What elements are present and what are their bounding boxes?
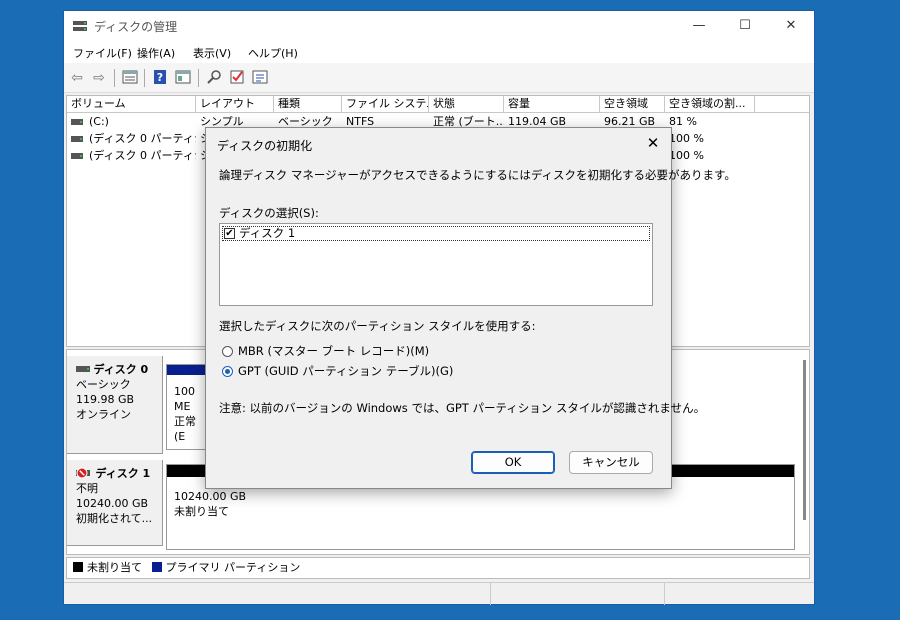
gpt-option[interactable]: GPT (GUID パーティション テーブル)(G) xyxy=(222,364,453,378)
properties-icon[interactable] xyxy=(174,69,192,87)
disk-size: 119.98 GB xyxy=(76,393,135,406)
menu-file[interactable]: ファイル(F) xyxy=(73,45,132,61)
partition-size: 100 ME xyxy=(174,385,195,413)
menu-view[interactable]: 表示(V) xyxy=(193,45,231,61)
col-header-status[interactable]: 状態 xyxy=(429,96,504,113)
legend-primary: プライマリ パーティション xyxy=(165,561,301,574)
disk-name: ディスク 1 xyxy=(95,467,151,480)
cancel-button[interactable]: キャンセル xyxy=(569,451,653,474)
unallocated-swatch xyxy=(73,562,83,572)
table-cell: 100 % xyxy=(669,132,704,145)
svg-text:?: ? xyxy=(157,71,163,84)
dialog-close-button[interactable]: ✕ xyxy=(641,131,665,155)
initialize-disk-dialog: ディスクの初期化 ✕ 論理ディスク マネージャーがアクセスできるようにするにはデ… xyxy=(205,127,736,489)
partition-status: 正常 (E xyxy=(174,415,196,443)
disk-management-icon xyxy=(73,21,87,31)
toolbar: ⇦ ⇨ ? xyxy=(64,63,814,93)
gpt-compat-note: 注意: 以前のバージョンの Windows では、GPT パーティション スタイ… xyxy=(219,401,706,415)
col-header-free-percent[interactable]: 空き領域の割... xyxy=(665,96,755,113)
legend: 未割り当て プライマリ パーティション xyxy=(66,557,810,579)
toolbar-separator xyxy=(198,69,199,87)
table-cell: 81 % xyxy=(669,115,697,128)
status-divider xyxy=(664,583,665,605)
disk-status: 初期化されて... xyxy=(76,512,153,525)
partition-status: 未割り当て xyxy=(174,505,229,518)
forward-arrow-icon[interactable]: ⇨ xyxy=(90,69,108,87)
toolbar-separator xyxy=(114,69,115,87)
check-icon[interactable] xyxy=(228,69,246,87)
table-cell: (ディスク 0 パーティシ... xyxy=(89,149,196,162)
vertical-scrollbar[interactable] xyxy=(803,360,806,520)
dialog-title: ディスクの初期化 xyxy=(217,139,313,153)
disk-1-checkbox[interactable]: ✔ xyxy=(224,228,235,239)
disk-0-label[interactable]: ディスク 0 ベーシック 119.98 GB オンライン xyxy=(67,356,163,454)
table-cell: (ディスク 0 パーティシ... xyxy=(89,132,196,145)
partition-text: 10240.00 GB 未割り当て xyxy=(174,489,246,519)
gpt-label: GPT (GUID パーティション テーブル)(G) xyxy=(238,364,454,378)
ok-button[interactable]: OK xyxy=(471,451,555,474)
disk-select-label: ディスクの選択(S): xyxy=(219,206,319,220)
toolbar-separator xyxy=(144,69,145,87)
dialog-message: 論理ディスク マネージャーがアクセスできるようにするにはディスクを初期化する必要… xyxy=(219,168,736,182)
mbr-option[interactable]: MBR (マスター ブート レコード)(M) xyxy=(222,344,429,358)
status-bar xyxy=(64,582,814,605)
col-header-filesystem[interactable]: ファイル システム xyxy=(342,96,429,113)
col-header-free-space[interactable]: 空き領域 xyxy=(600,96,665,113)
col-header-capacity[interactable]: 容量 xyxy=(504,96,600,113)
mbr-radio[interactable] xyxy=(222,346,233,357)
disk-select-list[interactable]: ✔ ディスク 1 xyxy=(219,223,653,306)
mbr-label: MBR (マスター ブート レコード)(M) xyxy=(238,344,430,358)
disk-icon xyxy=(76,366,90,372)
partition-style-label: 選択したディスクに次のパーティション スタイルを使用する: xyxy=(219,319,536,333)
primary-swatch xyxy=(151,562,162,572)
partition-size: 10240.00 GB xyxy=(174,490,247,503)
volume-icon xyxy=(71,153,83,159)
options-icon[interactable] xyxy=(251,69,269,87)
col-header-type[interactable]: 種類 xyxy=(274,96,342,113)
list-view-icon[interactable] xyxy=(121,69,139,87)
disk-type: ベーシック xyxy=(76,378,131,391)
menu-bar: ファイル(F) 操作(A) 表示(V) ヘルプ(H) xyxy=(64,41,814,63)
primary-partition-bar xyxy=(167,365,210,375)
disk-size: 10240.00 GB xyxy=(76,497,149,510)
disk-error-icon xyxy=(76,467,90,479)
maximize-button[interactable]: ☐ xyxy=(722,11,768,41)
disk-1-label[interactable]: ディスク 1 不明 10240.00 GB 初期化されて... xyxy=(67,460,163,546)
volume-icon xyxy=(71,119,83,125)
col-header-empty xyxy=(755,96,809,113)
back-arrow-icon[interactable]: ⇦ xyxy=(68,69,86,87)
gpt-radio[interactable] xyxy=(222,366,233,377)
list-item[interactable]: ✔ ディスク 1 xyxy=(222,226,650,241)
disk-type: 不明 xyxy=(76,482,98,495)
connect-icon[interactable] xyxy=(205,69,223,87)
disk-status: オンライン xyxy=(76,408,131,421)
minimize-button[interactable]: — xyxy=(676,11,722,41)
col-header-layout[interactable]: レイアウト xyxy=(196,96,274,113)
table-cell: 100 % xyxy=(669,149,704,162)
help-icon[interactable]: ? xyxy=(151,69,169,87)
menu-help[interactable]: ヘルプ(H) xyxy=(248,45,298,61)
window-title: ディスクの管理 xyxy=(94,20,178,34)
legend-unallocated: 未割り当て xyxy=(87,561,142,574)
col-header-volume[interactable]: ボリューム xyxy=(67,96,196,113)
title-bar: ディスクの管理 — ☐ ✕ xyxy=(64,11,814,41)
table-cell: (C:) xyxy=(89,115,109,128)
volume-icon xyxy=(71,136,83,142)
close-button[interactable]: ✕ xyxy=(768,11,814,41)
disk-name: ディスク 0 xyxy=(93,363,149,376)
disk-item-label: ディスク 1 xyxy=(239,226,296,240)
status-divider xyxy=(490,583,491,605)
menu-action[interactable]: 操作(A) xyxy=(137,45,175,61)
